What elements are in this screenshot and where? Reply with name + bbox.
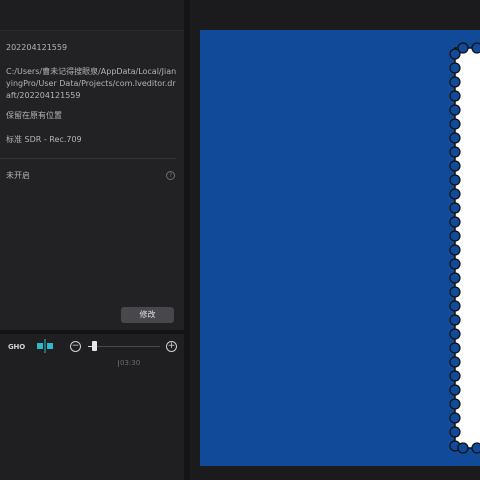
zoom-out-icon[interactable]: − xyxy=(70,341,81,352)
project-settings-panel: 202204121559 C:/Users/曹未记得搜眼泉/AppData/Lo… xyxy=(0,0,184,330)
feature-status-value: 未开启 xyxy=(6,171,30,180)
help-icon[interactable]: ? xyxy=(166,171,175,180)
stamp-frame-icon xyxy=(449,42,480,454)
project-path-value: C:/Users/曹未记得搜眼泉/AppData/Local/JianyingP… xyxy=(6,67,177,100)
timeline-panel xyxy=(0,334,184,480)
gho-toggle-icon[interactable]: GHO xyxy=(8,343,25,351)
zoom-slider-thumb[interactable] xyxy=(92,341,97,351)
color-space-value: 标准 SDR - Rec.709 xyxy=(6,135,82,144)
modify-button[interactable]: 修改 xyxy=(121,307,174,323)
section-divider xyxy=(0,158,176,159)
ruler-time-label: 03:30 xyxy=(120,359,141,367)
preview-canvas[interactable] xyxy=(200,30,480,466)
project-name-value: 202204121559 xyxy=(6,43,68,52)
ruler-tick xyxy=(118,360,119,367)
snap-icon[interactable] xyxy=(36,339,54,353)
zoom-in-icon[interactable]: + xyxy=(166,341,177,352)
panel-header-strip xyxy=(0,0,184,31)
zoom-slider-track[interactable] xyxy=(88,346,160,347)
import-option-value: 保留在原有位置 xyxy=(6,111,62,120)
